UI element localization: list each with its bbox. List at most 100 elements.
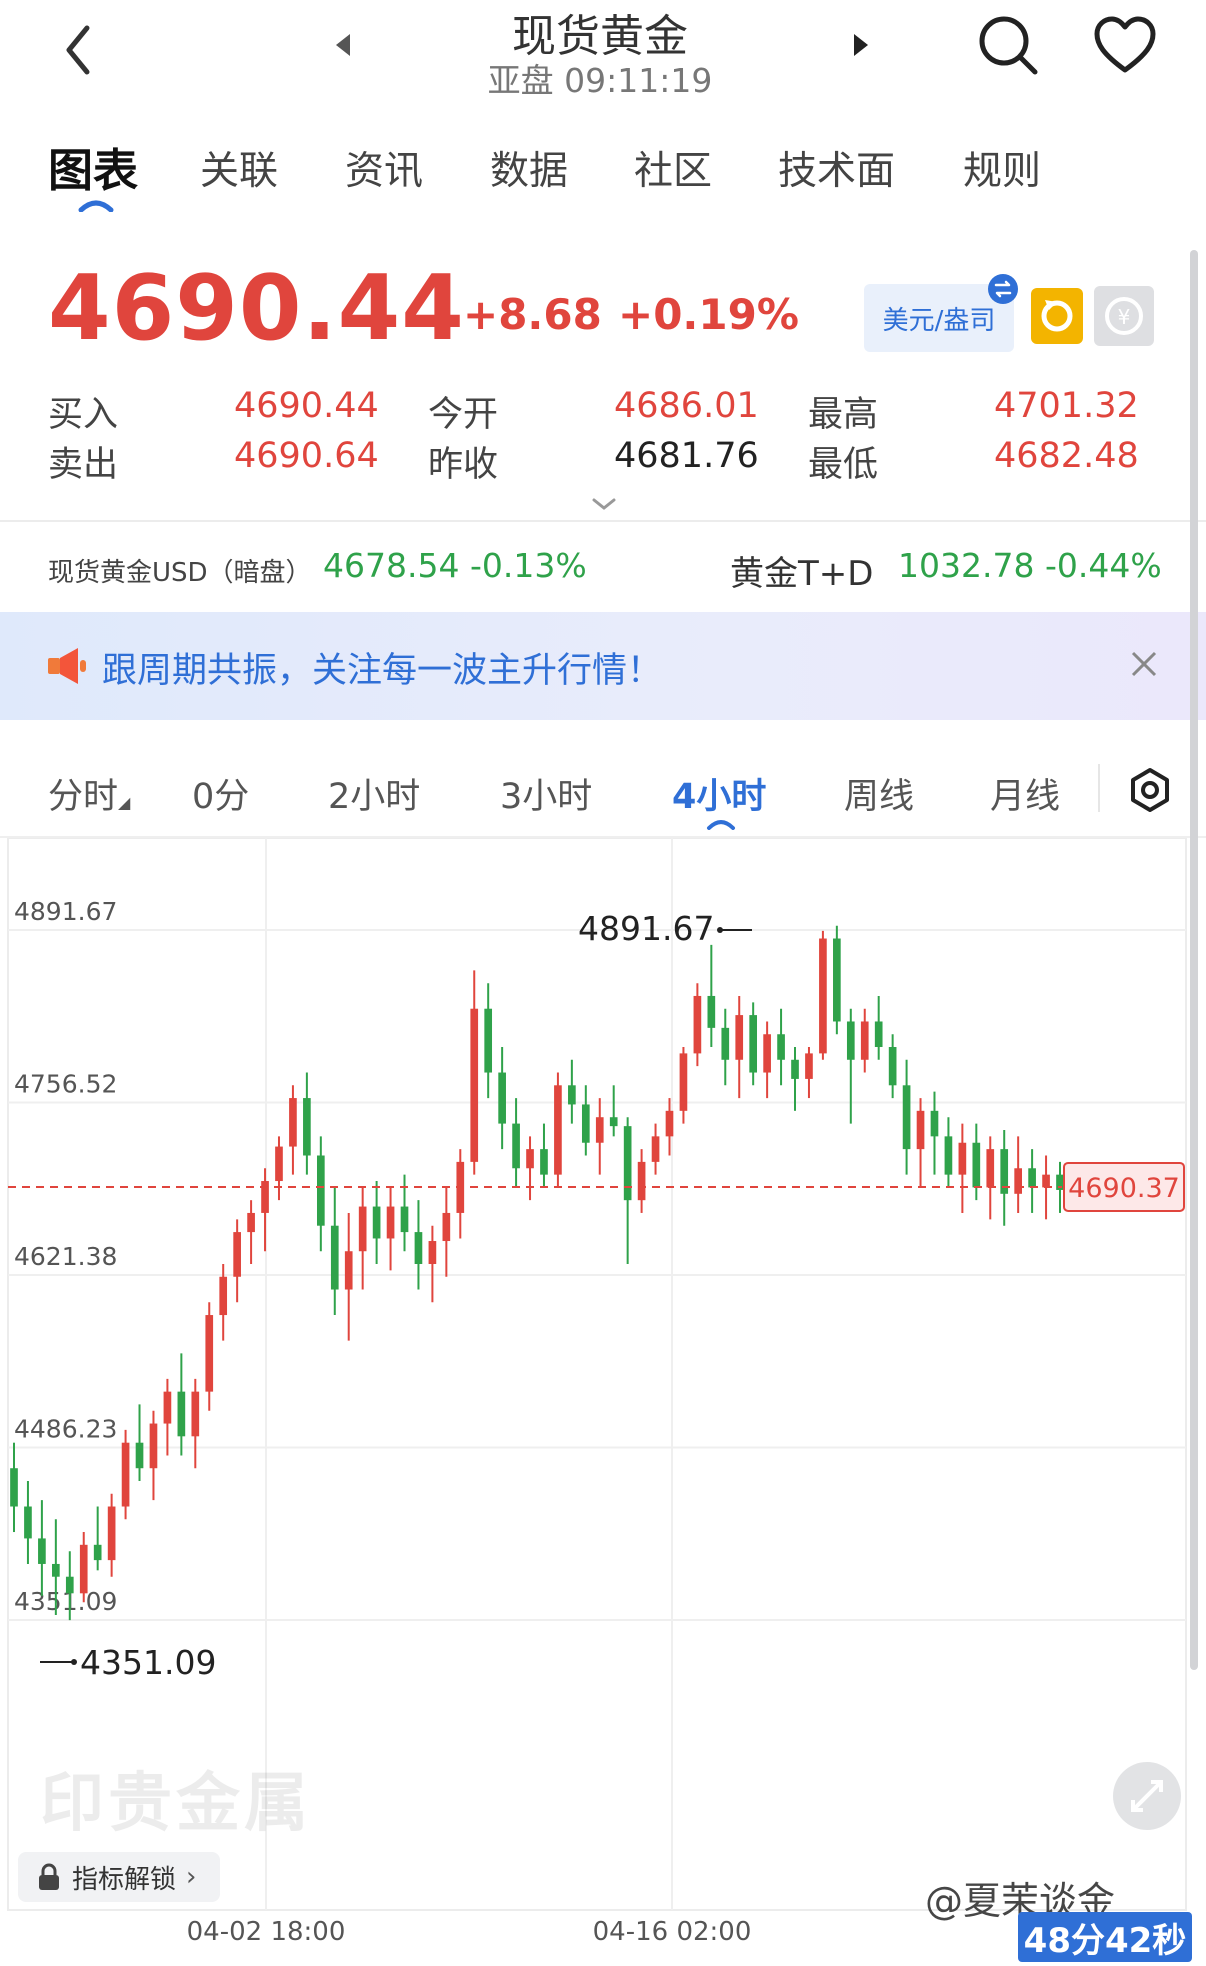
candle-body <box>303 1098 311 1156</box>
period-3h[interactable]: 3小时 <box>500 768 592 819</box>
candle-body <box>149 1423 158 1469</box>
candle-body <box>79 1544 88 1594</box>
candle-body <box>902 1085 911 1150</box>
ask-label: 卖出 <box>48 445 119 485</box>
candle-body <box>177 1391 186 1437</box>
chevron-down-icon[interactable] <box>590 495 618 513</box>
period-0min[interactable]: 0分 <box>192 768 249 819</box>
lock-icon <box>39 1863 59 1890</box>
next-instrument-icon[interactable] <box>846 28 876 62</box>
candle-body <box>568 1085 576 1105</box>
period-weekly[interactable]: 周线 <box>844 768 914 819</box>
tab-news[interactable]: 资讯 <box>345 140 423 196</box>
candle-body <box>540 1149 548 1175</box>
current-price-label: 4690.37 <box>1068 1173 1180 1204</box>
expand-icon <box>1131 1780 1163 1812</box>
currency-convert-icon[interactable]: ¥ <box>1094 286 1154 346</box>
candle-body <box>484 1008 493 1073</box>
candle-body <box>163 1391 172 1424</box>
chart-frame <box>7 838 1187 1911</box>
high-label: 最高 <box>808 395 879 435</box>
banner-text: 跟周期共振，关注每一波主升行情！ <box>102 651 663 691</box>
candle-body <box>1042 1174 1050 1188</box>
section-tabs: 图表 关联 资讯 数据 社区 技术面 规则 <box>0 130 1206 220</box>
period-timeshare-label: 分时 <box>48 777 119 817</box>
candle-body <box>358 1206 367 1252</box>
divider <box>1098 764 1100 812</box>
related-ticker-name-2[interactable]: 黄金T+D <box>730 546 873 595</box>
period-timeshare[interactable]: 分时◢ <box>48 768 130 819</box>
candle-body <box>512 1123 520 1169</box>
active-period-indicator <box>707 820 735 830</box>
candle-body <box>665 1110 674 1137</box>
candle-body <box>93 1544 102 1561</box>
tab-related[interactable]: 关联 <box>200 140 278 196</box>
back-arrow-icon[interactable] <box>55 10 115 80</box>
candle-body <box>554 1085 562 1175</box>
indicator-unlock-button[interactable]: 指标解锁 › <box>18 1852 220 1902</box>
swap-icon[interactable] <box>988 274 1018 304</box>
candle-body <box>470 1008 479 1162</box>
candle-body <box>860 1021 869 1060</box>
tab-chart[interactable]: 图表 <box>48 134 138 199</box>
fullscreen-button[interactable] <box>1113 1762 1181 1830</box>
related-ticker-name[interactable]: 现货黄金USD（暗盘） <box>48 552 312 589</box>
candle-body <box>791 1059 799 1079</box>
candle-body <box>121 1442 130 1507</box>
gear-icon[interactable] <box>1126 766 1174 814</box>
candle-body <box>38 1538 46 1564</box>
chevron-right-icon: › <box>186 1862 197 1892</box>
candle-body <box>777 1034 785 1060</box>
refresh-icon[interactable] <box>1031 288 1083 344</box>
max-price-label: 4891.67 <box>578 909 714 948</box>
candle-body <box>749 1015 758 1073</box>
candle-body <box>651 1136 660 1162</box>
candle-body <box>191 1391 200 1437</box>
top-bar: 现货黄金 亚盘 09:11:19 <box>0 0 1206 110</box>
candle-body <box>372 1206 381 1239</box>
candle-body <box>1028 1168 1036 1188</box>
tab-rules[interactable]: 规则 <box>963 140 1041 196</box>
candle-body <box>707 995 716 1028</box>
candle-body <box>442 1212 451 1242</box>
candle-body <box>916 1110 925 1150</box>
dropdown-caret-icon: ◢ <box>118 793 131 812</box>
open-label: 今开 <box>428 395 499 435</box>
favorite-heart-icon[interactable] <box>1093 14 1157 78</box>
candle-body <box>805 1053 813 1079</box>
candle-body <box>986 1149 995 1188</box>
candle-body <box>219 1276 228 1316</box>
market-session-time: 亚盘 09:11:19 <box>487 61 713 100</box>
candle-body <box>205 1315 214 1392</box>
search-icon[interactable] <box>975 12 1041 78</box>
period-4h[interactable]: 4小时 <box>672 768 766 819</box>
y-tick-label: 4351.09 <box>14 1587 117 1616</box>
candle-body <box>693 995 702 1054</box>
tab-data[interactable]: 数据 <box>490 140 568 196</box>
candle-body <box>819 938 827 1054</box>
candle-body <box>107 1506 116 1561</box>
previous-instrument-icon[interactable] <box>328 28 358 62</box>
candle-body <box>972 1142 981 1188</box>
low-value: 4682.48 <box>994 436 1139 476</box>
period-monthly[interactable]: 月线 <box>990 768 1060 819</box>
min-price-dot <box>71 1659 77 1665</box>
max-price-dot <box>717 927 723 933</box>
tab-community[interactable]: 社区 <box>634 140 712 196</box>
tab-technical[interactable]: 技术面 <box>778 140 895 196</box>
period-selector: 分时◢ 0分 2小时 3小时 4小时 周线 月线 <box>0 740 1206 838</box>
low-label: 最低 <box>808 445 879 485</box>
price-change: +8.68 <box>463 290 602 339</box>
scrollbar[interactable] <box>1190 250 1198 1670</box>
close-icon[interactable] <box>1128 648 1160 680</box>
candle-body <box>595 1117 604 1143</box>
y-tick-label: 4891.67 <box>14 897 117 926</box>
indicator-unlock-label: 指标解锁 <box>72 1864 177 1895</box>
promo-banner[interactable]: 跟周期共振，关注每一波主升行情！ <box>0 612 1206 720</box>
candle-body <box>637 1161 646 1201</box>
period-2h[interactable]: 2小时 <box>328 768 420 819</box>
candle-body <box>623 1126 632 1201</box>
candle-body <box>833 938 841 1022</box>
candle-body <box>414 1232 423 1264</box>
y-tick-label: 4486.23 <box>14 1415 117 1444</box>
